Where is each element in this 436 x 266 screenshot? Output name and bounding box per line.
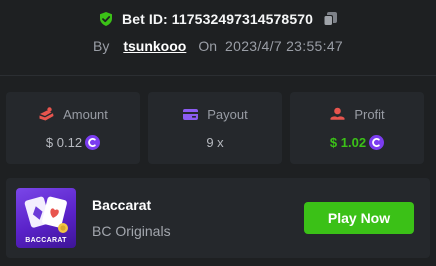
stat-amount: Amount $ 0.12 xyxy=(6,92,140,164)
wallet-icon xyxy=(182,106,199,123)
profit-icon xyxy=(329,106,346,123)
stat-amount-value: $ 0.12 xyxy=(45,135,83,150)
stat-profit-label: Profit xyxy=(354,107,385,122)
stat-payout-value: 9 x xyxy=(206,135,224,150)
bet-id-row: Bet ID: 117532497314578570 xyxy=(0,8,436,30)
game-provider: BC Originals xyxy=(92,223,171,239)
username-link[interactable]: tsunkooo xyxy=(123,38,186,54)
by-label: By xyxy=(92,38,110,54)
coins-icon xyxy=(38,106,55,123)
stat-profit-value: $ 1.02 xyxy=(329,135,367,150)
play-now-button[interactable]: Play Now xyxy=(304,202,414,234)
game-thumbnail[interactable]: BACCARAT xyxy=(16,188,76,248)
divider xyxy=(0,75,436,76)
coin-icon xyxy=(85,135,101,150)
bet-id: Bet ID: 117532497314578570 xyxy=(122,11,313,27)
stat-payout: Payout 9 x xyxy=(148,92,282,164)
bet-meta: By tsunkooo On 2023/4/7 23:55:47 xyxy=(0,35,436,57)
stat-payout-label: Payout xyxy=(207,107,248,122)
stat-amount-label: Amount xyxy=(63,107,108,122)
on-label: On xyxy=(198,38,218,54)
game-thumbnail-label: BACCARAT xyxy=(25,237,67,244)
stat-profit: Profit $ 1.02 xyxy=(290,92,424,164)
shield-check-icon xyxy=(98,11,114,27)
coin-icon xyxy=(369,135,385,150)
game-title[interactable]: Baccarat xyxy=(92,197,151,213)
game-card: BACCARAT Baccarat BC Originals Play Now xyxy=(6,178,430,258)
copy-icon[interactable] xyxy=(322,11,338,27)
bet-datetime: 2023/4/7 23:55:47 xyxy=(225,38,343,54)
